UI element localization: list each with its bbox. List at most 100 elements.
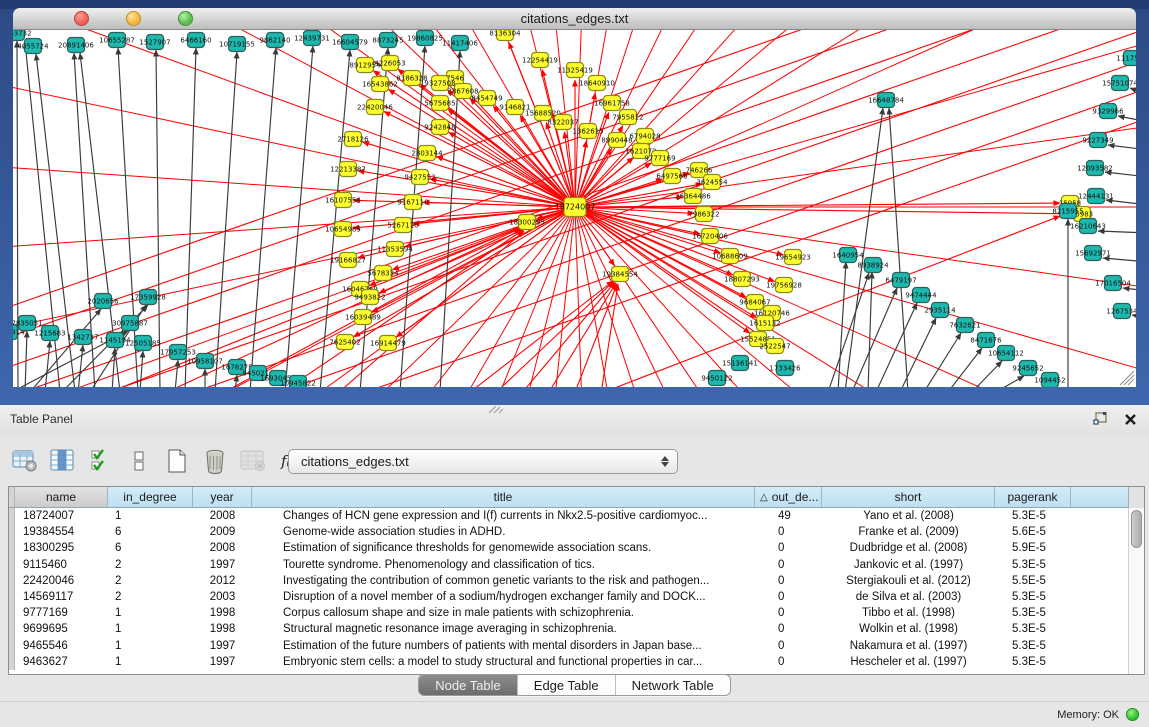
- graph-node[interactable]: 7632621: [949, 318, 980, 333]
- table-row[interactable]: 1938455462009Genome-wide association stu…: [9, 524, 1144, 540]
- graph-node[interactable]: 12093582: [1077, 161, 1113, 176]
- splitter-grip-icon[interactable]: [487, 401, 505, 410]
- table-row[interactable]: 2242004622012Investigating the contribut…: [9, 573, 1144, 589]
- table-row[interactable]: 977716911998Corpus callosum shape and si…: [9, 605, 1144, 621]
- graph-node[interactable]: 18640910: [579, 76, 615, 91]
- graph-node[interactable]: 11325419: [557, 63, 593, 78]
- table-select-dropdown[interactable]: citations_edges.txt: [288, 449, 678, 474]
- delete-table-icon[interactable]: [200, 447, 229, 476]
- graph-node[interactable]: 16543862: [362, 77, 398, 92]
- graph-node[interactable]: 10688609: [712, 249, 748, 264]
- table-row[interactable]: 946362711997Embryonic stem cells: a mode…: [9, 654, 1144, 670]
- graph-node[interactable]: 10719155: [219, 37, 255, 52]
- svg-text:1063732: 1063732: [13, 30, 32, 38]
- table-row[interactable]: 946554611997Estimation of the future num…: [9, 638, 1144, 654]
- cell-out_de: 0: [755, 557, 822, 573]
- network-view[interactable]: 1132541918640910169617587955812899044867…: [13, 30, 1136, 387]
- graph-node[interactable]: 19756928: [766, 278, 802, 293]
- tab-network-table[interactable]: Network Table: [616, 675, 730, 695]
- show-column-icon[interactable]: [48, 447, 77, 476]
- graph-node[interactable]: 15136141: [722, 356, 758, 371]
- app-screen: citations_edges.txt 1132541918640910 1696…: [0, 0, 1149, 727]
- svg-text:18724007: 18724007: [555, 203, 596, 212]
- graph-node[interactable]: 11353594: [377, 242, 413, 257]
- svg-text:8471676: 8471676: [970, 337, 1002, 345]
- graph-node[interactable]: 17359928: [130, 290, 166, 305]
- graph-node[interactable]: 1527907: [139, 35, 170, 50]
- graph-node[interactable]: 11417406: [442, 36, 478, 51]
- table-row[interactable]: 1872400712008Changes of HCN gene express…: [9, 508, 1144, 524]
- view-resize-grip-icon[interactable]: [1120, 371, 1134, 385]
- column-header-out_de[interactable]: △out_de...: [755, 487, 822, 507]
- graph-node[interactable]: 26364486: [675, 189, 711, 204]
- graph-node[interactable]: 10654112: [988, 346, 1024, 361]
- graph-node[interactable]: 19654923: [775, 250, 811, 265]
- scrollbar-thumb[interactable]: [1131, 510, 1142, 548]
- row-height-icon[interactable]: [124, 447, 153, 476]
- graph-node[interactable]: 1117534: [1116, 51, 1136, 66]
- graph-node[interactable]: 16039489: [345, 310, 381, 325]
- table-row[interactable]: 1830029562008Estimation of significance …: [9, 540, 1144, 556]
- graph-node[interactable]: 6479197: [885, 273, 916, 288]
- table-settings-icon[interactable]: [10, 447, 39, 476]
- svg-text:11417406: 11417406: [442, 40, 478, 48]
- column-header-pagerank[interactable]: pagerank: [995, 487, 1071, 507]
- graph-node[interactable]: 30975887: [112, 316, 148, 331]
- graph-node[interactable]: 12254419: [522, 53, 558, 68]
- graph-node[interactable]: 9862140: [259, 33, 290, 48]
- float-panel-icon[interactable]: [1093, 412, 1108, 431]
- graph-node[interactable]: 8990448: [601, 133, 632, 148]
- graph-node[interactable]: 8136304: [489, 30, 521, 41]
- table-row[interactable]: 1456911722003Disruption of a novel membe…: [9, 589, 1144, 605]
- graph-node[interactable]: 9474444: [905, 288, 937, 303]
- graph-node[interactable]: 1640954: [832, 248, 864, 263]
- column-header-title[interactable]: title: [252, 487, 755, 507]
- svg-text:5675685: 5675685: [424, 100, 455, 108]
- graph-node[interactable]: 1733426: [769, 361, 801, 376]
- cell-in_degree: 2: [108, 573, 193, 589]
- cell-title: Embryonic stem cells: a model to study s…: [252, 654, 755, 670]
- vertical-scrollbar[interactable]: [1128, 508, 1144, 674]
- graph-node[interactable]: 1215683: [34, 326, 65, 341]
- table-row[interactable]: 969969511998Structural magnetic resonanc…: [9, 621, 1144, 637]
- graph-node[interactable]: 8471676: [970, 333, 1002, 348]
- graph-node[interactable]: 8873245: [372, 33, 403, 48]
- column-header-in_degree[interactable]: in_degree: [108, 487, 193, 507]
- graph-node[interactable]: 16961758: [594, 96, 630, 111]
- graph-node[interactable]: 12439731: [294, 31, 330, 46]
- graph-node[interactable]: 1267534: [1106, 304, 1136, 319]
- graph-node[interactable]: 20891406: [58, 38, 94, 53]
- graph-node[interactable]: 1094452: [1034, 373, 1065, 388]
- graph-node[interactable]: 9245652: [1012, 361, 1043, 376]
- svg-text:9777169: 9777169: [644, 155, 675, 163]
- graph-node[interactable]: 9242848: [424, 120, 455, 135]
- graph-node[interactable]: 12444131: [1078, 189, 1114, 204]
- svg-text:9427552: 9427552: [404, 174, 435, 182]
- graph-node[interactable]: 12213387: [330, 162, 366, 177]
- graph-node[interactable]: 19166827: [330, 253, 366, 268]
- graph-node[interactable]: 2020656: [87, 294, 119, 309]
- graph-node[interactable]: 19860825: [407, 31, 443, 46]
- table-row[interactable]: 911546021997Tourette syndrome. Phenomeno…: [9, 557, 1144, 573]
- graph-node[interactable]: 7625402: [329, 335, 360, 350]
- graph-node[interactable]: 6466160: [180, 33, 211, 48]
- column-header-name[interactable]: name: [15, 487, 108, 507]
- graph-node[interactable]: 9450122: [701, 371, 732, 386]
- column-header-year[interactable]: year: [193, 487, 252, 507]
- tab-edge-table[interactable]: Edge Table: [518, 675, 616, 695]
- graph-node[interactable]: 16914479: [370, 336, 406, 351]
- svg-text:15751074: 15751074: [1102, 80, 1136, 88]
- select-rows-icon[interactable]: [86, 447, 115, 476]
- graph-node[interactable]: 16604579: [332, 35, 368, 50]
- tab-node-table[interactable]: Node Table: [419, 675, 518, 695]
- svg-text:8990448: 8990448: [601, 137, 632, 145]
- column-header-short[interactable]: short: [822, 487, 995, 507]
- new-table-icon[interactable]: [162, 447, 191, 476]
- cell-out_de: 0: [755, 540, 822, 556]
- window-titlebar[interactable]: citations_edges.txt: [13, 8, 1136, 30]
- network-canvas[interactable]: 1132541918640910169617587955812899044867…: [13, 30, 1136, 387]
- cell-pagerank: 5.5E-5: [995, 573, 1071, 589]
- close-panel-icon[interactable]: [1124, 413, 1137, 431]
- svg-text:11325419: 11325419: [557, 67, 593, 75]
- graph-node[interactable]: 22420046: [357, 100, 393, 115]
